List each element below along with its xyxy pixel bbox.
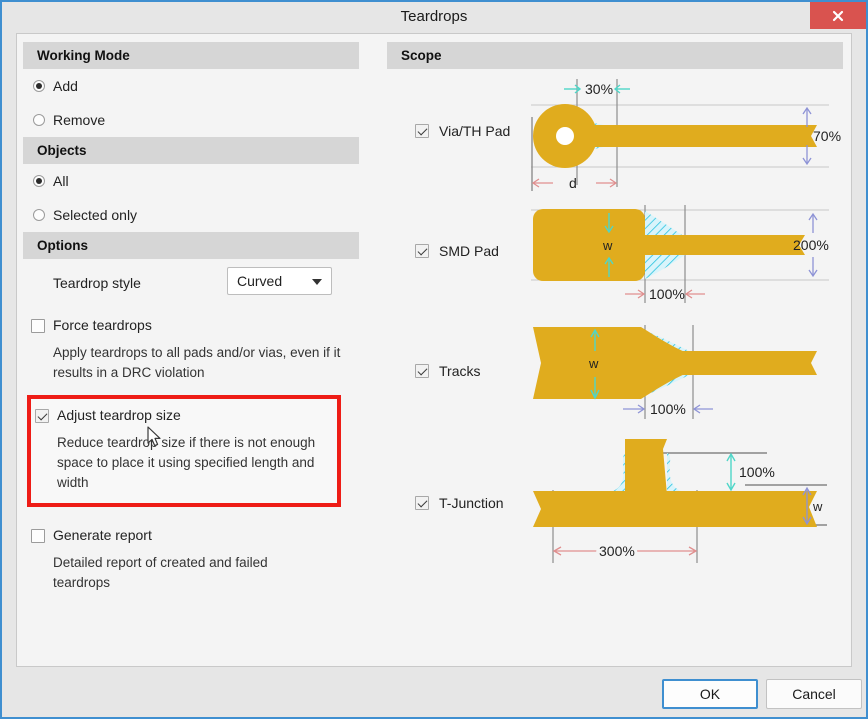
generate-report-checkbox-row[interactable]: Generate report <box>23 527 359 547</box>
adjust-size-group: Adjust teardrop size Reduce teardrop siz… <box>23 395 359 513</box>
generate-report-description: Detailed report of created and failed te… <box>53 555 268 590</box>
teardrop-style-value: Curved <box>237 273 283 289</box>
scope-smd-pad-label: SMD Pad <box>439 243 499 259</box>
ok-button[interactable]: OK <box>662 679 758 709</box>
radio-option-selected-only[interactable]: Selected only <box>23 198 359 232</box>
smd-width-pct-label: 200% <box>793 237 829 253</box>
scope-smd-pad-checkbox-row[interactable]: SMD Pad <box>415 243 499 263</box>
scope-t-junction-label: T-Junction <box>439 495 504 511</box>
adjust-size-checkbox-row[interactable]: Adjust teardrop size <box>31 407 331 427</box>
smd-width-label: w <box>602 238 613 253</box>
adjust-size-description: Reduce teardrop size if there is not eno… <box>57 435 316 490</box>
radio-all-icon[interactable] <box>33 175 45 187</box>
radio-add-icon[interactable] <box>33 80 45 92</box>
adjust-size-label: Adjust teardrop size <box>57 407 181 423</box>
teardrop-style-select[interactable]: Curved <box>227 267 332 295</box>
title-bar: Teardrops <box>2 2 866 31</box>
adjust-size-checkbox[interactable] <box>35 409 49 423</box>
scope-smd-pad-checkbox[interactable] <box>415 244 429 258</box>
scope-via-th-pad-checkbox-row[interactable]: Via/TH Pad <box>415 123 510 143</box>
scope-row-tracks: Tracks w 100% <box>387 315 843 435</box>
t-junction-diagram: 100% 300% 300% w <box>517 435 843 575</box>
cancel-button[interactable]: Cancel <box>766 679 862 709</box>
teardrops-dialog: Teardrops Working Mode Add Remove Object… <box>0 0 868 719</box>
section-header-scope: Scope <box>387 42 843 69</box>
teardrop-style-row: Teardrop style Curved <box>23 267 359 303</box>
generate-report-group: Generate report Detailed report of creat… <box>23 527 359 593</box>
scope-row-via-th-pad: Via/TH Pad 30% 70% d <box>387 75 843 195</box>
section-header-objects: Objects <box>23 137 359 164</box>
window-title: Teardrops <box>400 8 468 25</box>
section-header-working-mode: Working Mode <box>23 42 359 69</box>
scope-via-th-pad-checkbox[interactable] <box>415 124 429 138</box>
radio-option-all[interactable]: All <box>23 164 359 198</box>
tjunction-height-pct-label: 100% <box>739 464 775 480</box>
radio-all-label: All <box>53 173 69 189</box>
via-th-pad-diagram: 30% 70% d <box>517 75 843 195</box>
generate-report-label: Generate report <box>53 527 152 543</box>
scope-tracks-checkbox-row[interactable]: Tracks <box>415 363 480 383</box>
radio-option-add[interactable]: Add <box>23 69 359 103</box>
tjunction-width-label: w <box>812 499 823 514</box>
scope-tracks-checkbox[interactable] <box>415 364 429 378</box>
via-width-pct-label: 70% <box>813 128 841 144</box>
tracks-length-pct-label: 100% <box>650 401 686 417</box>
left-panel: Working Mode Add Remove Objects All Sele… <box>23 42 359 658</box>
smd-pad-diagram: w 200% 100% <box>517 195 843 315</box>
via-length-pct-label: 30% <box>585 81 613 97</box>
radio-add-label: Add <box>53 78 78 94</box>
dialog-footer: OK Cancel <box>2 669 866 717</box>
tjunction-length-pct-label: 300% <box>599 543 635 559</box>
scope-panel: Scope Via/TH Pad 30% 70% d SMD Pad w 200… <box>387 42 843 658</box>
tracks-width-label: w <box>588 356 599 371</box>
section-header-options: Options <box>23 232 359 259</box>
generate-report-checkbox[interactable] <box>31 529 45 543</box>
close-icon <box>832 10 844 21</box>
scope-row-t-junction: T-Junction 100% 300% 300% w <box>387 435 843 575</box>
radio-remove-label: Remove <box>53 112 106 128</box>
force-teardrops-checkbox[interactable] <box>31 319 45 333</box>
scope-t-junction-checkbox[interactable] <box>415 496 429 510</box>
radio-remove-icon[interactable] <box>33 114 45 126</box>
smd-length-pct-label: 100% <box>649 286 685 302</box>
force-teardrops-group: Force teardrops Apply teardrops to all p… <box>23 317 359 383</box>
radio-selected-only-icon[interactable] <box>33 209 45 221</box>
force-teardrops-checkbox-row[interactable]: Force teardrops <box>23 317 359 337</box>
scope-row-smd-pad: SMD Pad w 200% 100% <box>387 195 843 315</box>
force-teardrops-label: Force teardrops <box>53 317 152 333</box>
tracks-diagram: w 100% <box>517 315 843 435</box>
teardrop-style-label: Teardrop style <box>53 275 141 291</box>
via-dim-label: d <box>569 175 577 191</box>
highlight-annotation-box: Adjust teardrop size Reduce teardrop siz… <box>27 395 341 507</box>
radio-selected-only-label: Selected only <box>53 207 138 223</box>
dialog-content: Working Mode Add Remove Objects All Sele… <box>16 33 852 667</box>
scope-tracks-label: Tracks <box>439 363 481 379</box>
scope-via-th-pad-label: Via/TH Pad <box>439 123 511 139</box>
close-button[interactable] <box>810 2 866 29</box>
radio-option-remove[interactable]: Remove <box>23 103 359 137</box>
force-teardrops-description: Apply teardrops to all pads and/or vias,… <box>53 345 341 380</box>
chevron-down-icon <box>312 279 322 285</box>
scope-t-junction-checkbox-row[interactable]: T-Junction <box>415 495 504 515</box>
